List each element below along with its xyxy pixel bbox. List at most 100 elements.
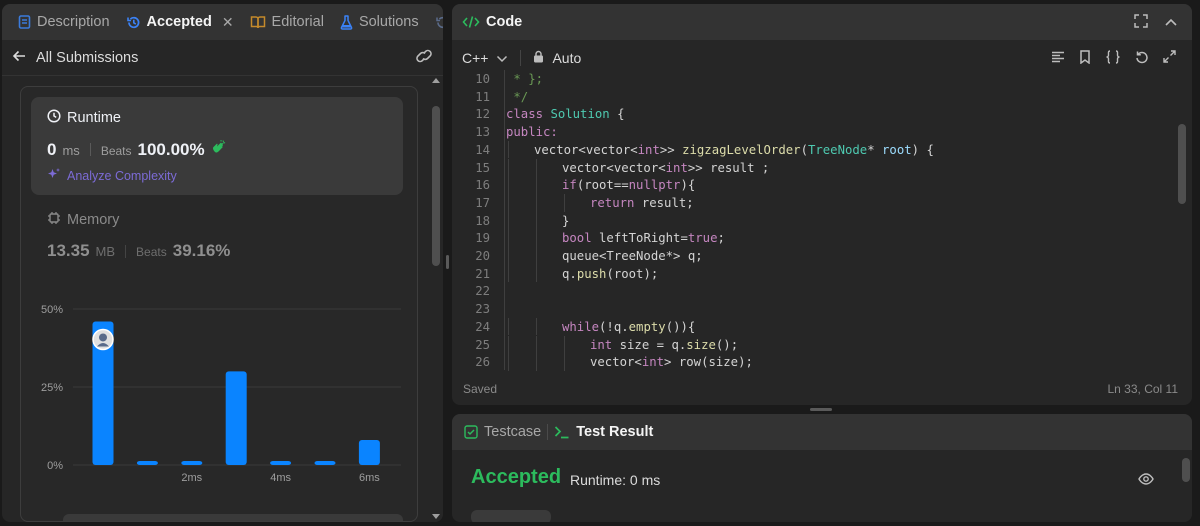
code-line[interactable]: 12 class Solution { [452,105,1172,123]
code-token: bool [562,231,592,246]
code-line[interactable]: 24 while(!q.empty()){ [452,317,1172,336]
code-line[interactable]: 15 vector<vector<int>> result ; [452,158,1172,177]
memory-beats-value: 39.16% [172,241,231,260]
line-number: 22 [475,284,490,299]
code-line[interactable]: 23 [452,300,1172,318]
indent-guide [508,229,509,247]
code-line[interactable]: 13 public: [452,123,1172,141]
runtime-unit: ms [62,143,80,158]
code-line[interactable]: 26 vector<int> row(size); [452,353,1172,371]
code-line[interactable]: 22 [452,282,1172,300]
left-scrollbar[interactable] [429,76,443,522]
code-token: vector [534,142,579,157]
code-token: leftToRight= [591,231,688,246]
bookmark-icon[interactable] [1079,49,1091,67]
line-number: 20 [475,249,490,263]
code-token: true [687,231,718,246]
code-token: >> [659,142,683,157]
tab-code[interactable]: Code [462,4,522,40]
code-token: public: [506,125,558,140]
code-text: */ [506,88,528,106]
indent-guide [536,193,537,212]
code-token: { [609,107,625,122]
code-line[interactable]: 18} [452,211,1172,230]
code-token: size [686,337,716,352]
code-tabbar: Code [452,4,1192,40]
arrow-left-icon[interactable] [12,50,26,66]
auto-mode-label[interactable]: Auto [552,50,581,66]
code-scroll-thumb[interactable] [1178,124,1186,204]
histogram-bar [270,461,292,465]
memory-unit: MB [95,244,116,259]
result-runtime: Runtime: 0 ms [570,472,661,488]
flask-icon [340,14,353,30]
tab-description[interactable]: Description [10,4,118,40]
code-line[interactable]: 14 vector<vector<int>> zigzagLevelOrder(T… [452,140,1172,159]
book-icon [250,15,266,29]
scroll-thumb[interactable] [432,106,440,266]
chevron-down-icon[interactable] [496,50,508,66]
checkbox-icon [464,425,478,439]
line-number: 16 [475,178,490,193]
reset-icon[interactable] [1135,50,1149,67]
code-token: vector<vector< [562,160,666,175]
code-text: vector<vector<int>> result ; [562,159,769,177]
code-token: class [506,107,544,122]
indent-guide [536,211,537,230]
braces-icon[interactable] [1105,49,1121,67]
tab-test-result[interactable]: Test Result [548,414,659,450]
indent-guide [508,353,509,371]
runtime-value-line: 0 ms Beats 100.00% [47,139,227,160]
code-line[interactable]: 20 queue<TreeNode*> q; [452,247,1172,265]
code-text: if(root==nullptr){ [562,176,695,194]
language-select[interactable]: C++ [462,50,488,66]
scroll-down-arrow[interactable] [432,514,440,519]
chevron-up-icon[interactable] [1164,14,1178,30]
code-token: int [665,160,688,175]
code-line[interactable]: 10 * }; [452,70,1172,88]
panel-resize-handle[interactable] [810,408,832,411]
memory-title[interactable]: Memory [47,211,119,229]
code-line[interactable]: 19 bool leftToRight=true; [452,229,1172,247]
indent-guide [536,353,537,371]
result-scroll-thumb[interactable] [1182,458,1190,482]
scroll-up-arrow[interactable] [432,78,440,83]
analyze-complexity-button[interactable]: Analyze Complexity [47,167,177,184]
runtime-card[interactable]: Runtime 0 ms Beats 100.00% Analyze Compl… [31,97,403,195]
editor-status-bar: Saved Ln 33, Col 11 [452,380,1192,400]
result-scrollbar[interactable] [1180,450,1192,522]
eye-icon[interactable] [1138,472,1154,488]
cursor-position: Ln 33, Col 11 [1107,382,1179,396]
tab-accepted[interactable]: Accepted ✕ [118,4,242,40]
code-line[interactable]: 17 return result; [452,193,1172,212]
next-card [63,514,403,521]
terminal-icon [554,425,570,439]
code-editor[interactable]: 10 * }; 11 */12 class Solution {13 public: 1… [452,70,1192,371]
code-line[interactable]: 16 if(root==nullptr){ [452,176,1172,194]
tab-testcase[interactable]: Testcase [464,414,547,450]
fullscreen-icon[interactable] [1134,13,1148,31]
code-token: (!q. [599,319,629,334]
indent-guide [508,335,509,354]
line-number: 15 [475,160,490,175]
close-icon[interactable]: ✕ [222,14,234,31]
code-line[interactable]: 11 */ [452,88,1172,106]
link-icon[interactable] [415,48,433,67]
indent-guide [508,211,509,230]
vertical-resize-handle[interactable] [446,255,449,269]
code-scrollbar[interactable] [1176,74,1188,366]
expand-icon[interactable] [1163,50,1176,66]
tab-accepted-label: Accepted [146,14,212,30]
format-icon[interactable] [1051,50,1065,66]
code-line[interactable]: 21 q.push(root); [452,264,1172,283]
code-text: return result; [590,194,694,212]
x-tick-label: 2ms [181,472,202,484]
indent-guide [508,193,509,212]
tab-solutions[interactable]: Solutions [332,4,427,40]
tab-submissions-history[interactable] [427,4,443,40]
all-submissions-link[interactable]: All Submissions [36,50,138,66]
line-number: 18 [475,213,490,228]
tab-editorial[interactable]: Editorial [242,4,332,40]
code-line[interactable]: 25 int size = q.size(); [452,335,1172,354]
sparkle-icon [47,167,61,184]
